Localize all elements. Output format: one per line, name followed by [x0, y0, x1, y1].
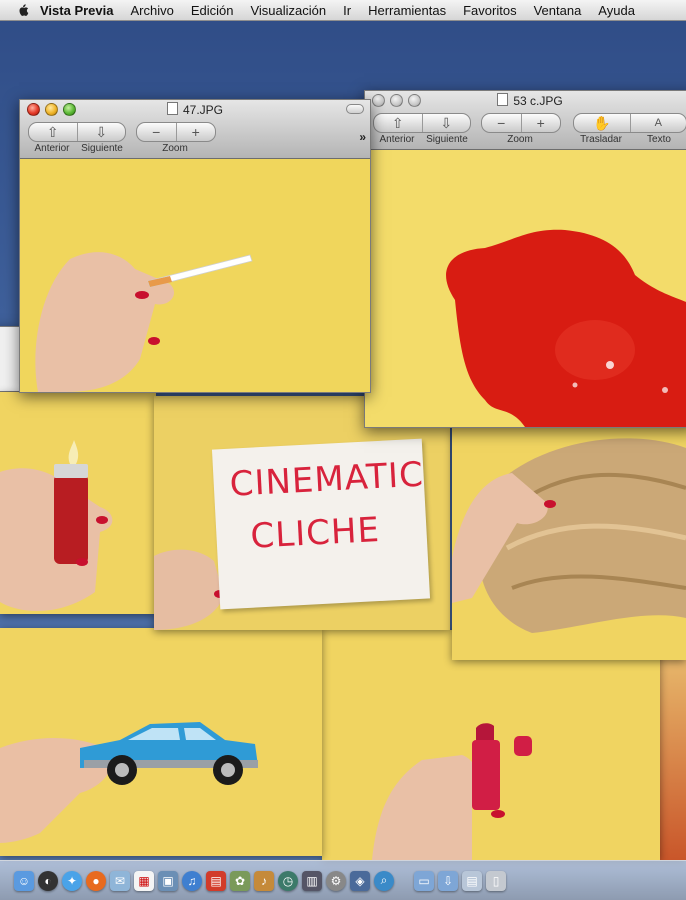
settings-icon[interactable]: ⚙: [326, 870, 346, 891]
trash-icon[interactable]: ▯: [486, 870, 506, 891]
jpg-file-icon: [166, 102, 178, 115]
photo-cinematic-cliche: CINEMATIC CLICHE: [154, 396, 450, 630]
apple-icon[interactable]: [16, 3, 30, 17]
menu-ir[interactable]: Ir: [343, 3, 351, 18]
zoom-out-button-2[interactable]: −: [482, 114, 521, 132]
cliche-card: CINEMATIC CLICHE: [211, 438, 431, 610]
menu-bar: Vista Previa Archivo Edición Visualizaci…: [0, 0, 686, 21]
next-label-2: Siguiente: [426, 134, 468, 145]
next-label: Siguiente: [81, 143, 123, 154]
menu-herramientas[interactable]: Herramientas: [368, 3, 446, 18]
iphoto-icon[interactable]: ✿: [230, 870, 250, 891]
zoom-out-button[interactable]: −: [137, 123, 176, 141]
previous-label-2: Anterior: [379, 134, 415, 145]
card-line-1: CINEMATIC: [228, 454, 425, 505]
photo-icon[interactable]: ▣: [158, 870, 178, 891]
safari-icon[interactable]: ✦: [62, 870, 82, 891]
menu-visualizacion[interactable]: Visualización: [250, 3, 326, 18]
photo-desert-edge: [660, 660, 686, 860]
card-line-2: CLICHE: [249, 509, 381, 557]
pan-hand-icon[interactable]: ✋: [574, 114, 630, 132]
menu-edicion[interactable]: Edición: [191, 3, 234, 18]
menu-ventana[interactable]: Ventana: [534, 3, 582, 18]
previous-label: Anterior: [34, 143, 70, 154]
prev-next-control-2: ⇧ ⇩: [373, 113, 471, 133]
firefox-icon[interactable]: ●: [86, 870, 106, 891]
timemachine-icon[interactable]: ◷: [278, 870, 298, 891]
preview-window-53c[interactable]: 53 c.JPG ⇧ ⇩ Anterior Siguiente − + Zoom…: [364, 90, 686, 428]
text-select-icon[interactable]: A: [629, 114, 686, 132]
zoom-control-2: − +: [481, 113, 561, 133]
mail-icon[interactable]: ✉: [110, 870, 130, 891]
menu-archivo[interactable]: Archivo: [130, 3, 173, 18]
itunes-icon[interactable]: ♫: [182, 870, 202, 891]
downloads-icon[interactable]: ⇩: [438, 870, 458, 891]
jpg-file-icon: [497, 93, 509, 106]
finder-icon[interactable]: ☺: [14, 870, 34, 891]
previous-button[interactable]: ⇧: [29, 123, 77, 141]
next-button-2[interactable]: ⇩: [421, 114, 471, 132]
tool-control: ✋ A: [573, 113, 686, 133]
photo-toy-car: [0, 628, 322, 856]
documents-icon[interactable]: ▤: [462, 870, 482, 891]
photo-lipstick: [322, 630, 660, 860]
image-view: [20, 159, 370, 392]
ical-icon[interactable]: ▦: [134, 870, 154, 891]
toolbar-overflow-button[interactable]: »: [359, 130, 366, 144]
menu-favoritos[interactable]: Favoritos: [463, 3, 516, 18]
garageband-icon[interactable]: ♪: [254, 870, 274, 891]
window-title-2: 53 c.JPG: [365, 93, 686, 108]
window-title: 47.JPG: [20, 102, 370, 117]
search-icon[interactable]: ⌕: [374, 870, 394, 891]
previous-button-2[interactable]: ⇧: [374, 114, 422, 132]
image-view-2: [365, 150, 686, 427]
apps-icon[interactable]: ▥: [302, 870, 322, 891]
text-label: Texto: [647, 134, 671, 145]
window-toolbar: 47.JPG ⇧ ⇩ Anterior Siguiente − + Zoom »: [20, 100, 370, 159]
zoom-label-2: Zoom: [507, 134, 533, 145]
photo-blonde-hair: [452, 428, 686, 660]
zoom-in-button-2[interactable]: +: [520, 114, 561, 132]
toolbar-toggle-button[interactable]: [346, 104, 364, 114]
prev-next-control: ⇧ ⇩: [28, 122, 126, 142]
photo-lighter: [0, 392, 156, 614]
next-button[interactable]: ⇩: [76, 123, 126, 141]
zoom-label: Zoom: [162, 143, 188, 154]
window-toolbar-2: 53 c.JPG ⇧ ⇩ Anterior Siguiente − + Zoom…: [365, 91, 686, 150]
preview-window-47[interactable]: 47.JPG ⇧ ⇩ Anterior Siguiente − + Zoom »: [19, 99, 371, 393]
folder-icon[interactable]: ▭: [414, 870, 434, 891]
dashboard-icon[interactable]: ◐: [38, 870, 58, 891]
network-icon[interactable]: ◈: [350, 870, 370, 891]
zoom-control: − +: [136, 122, 216, 142]
pan-label: Trasladar: [580, 134, 622, 145]
zoom-in-button[interactable]: +: [175, 123, 216, 141]
menu-app-name[interactable]: Vista Previa: [40, 3, 113, 18]
dock: ☺ ◐ ✦ ● ✉ ▦ ▣ ♫ ▤ ✿ ♪ ◷ ▥ ⚙ ◈ ⌕ ▭ ⇩ ▤ ▯: [0, 860, 686, 900]
preview-icon[interactable]: ▤: [206, 870, 226, 891]
menu-ayuda[interactable]: Ayuda: [598, 3, 635, 18]
